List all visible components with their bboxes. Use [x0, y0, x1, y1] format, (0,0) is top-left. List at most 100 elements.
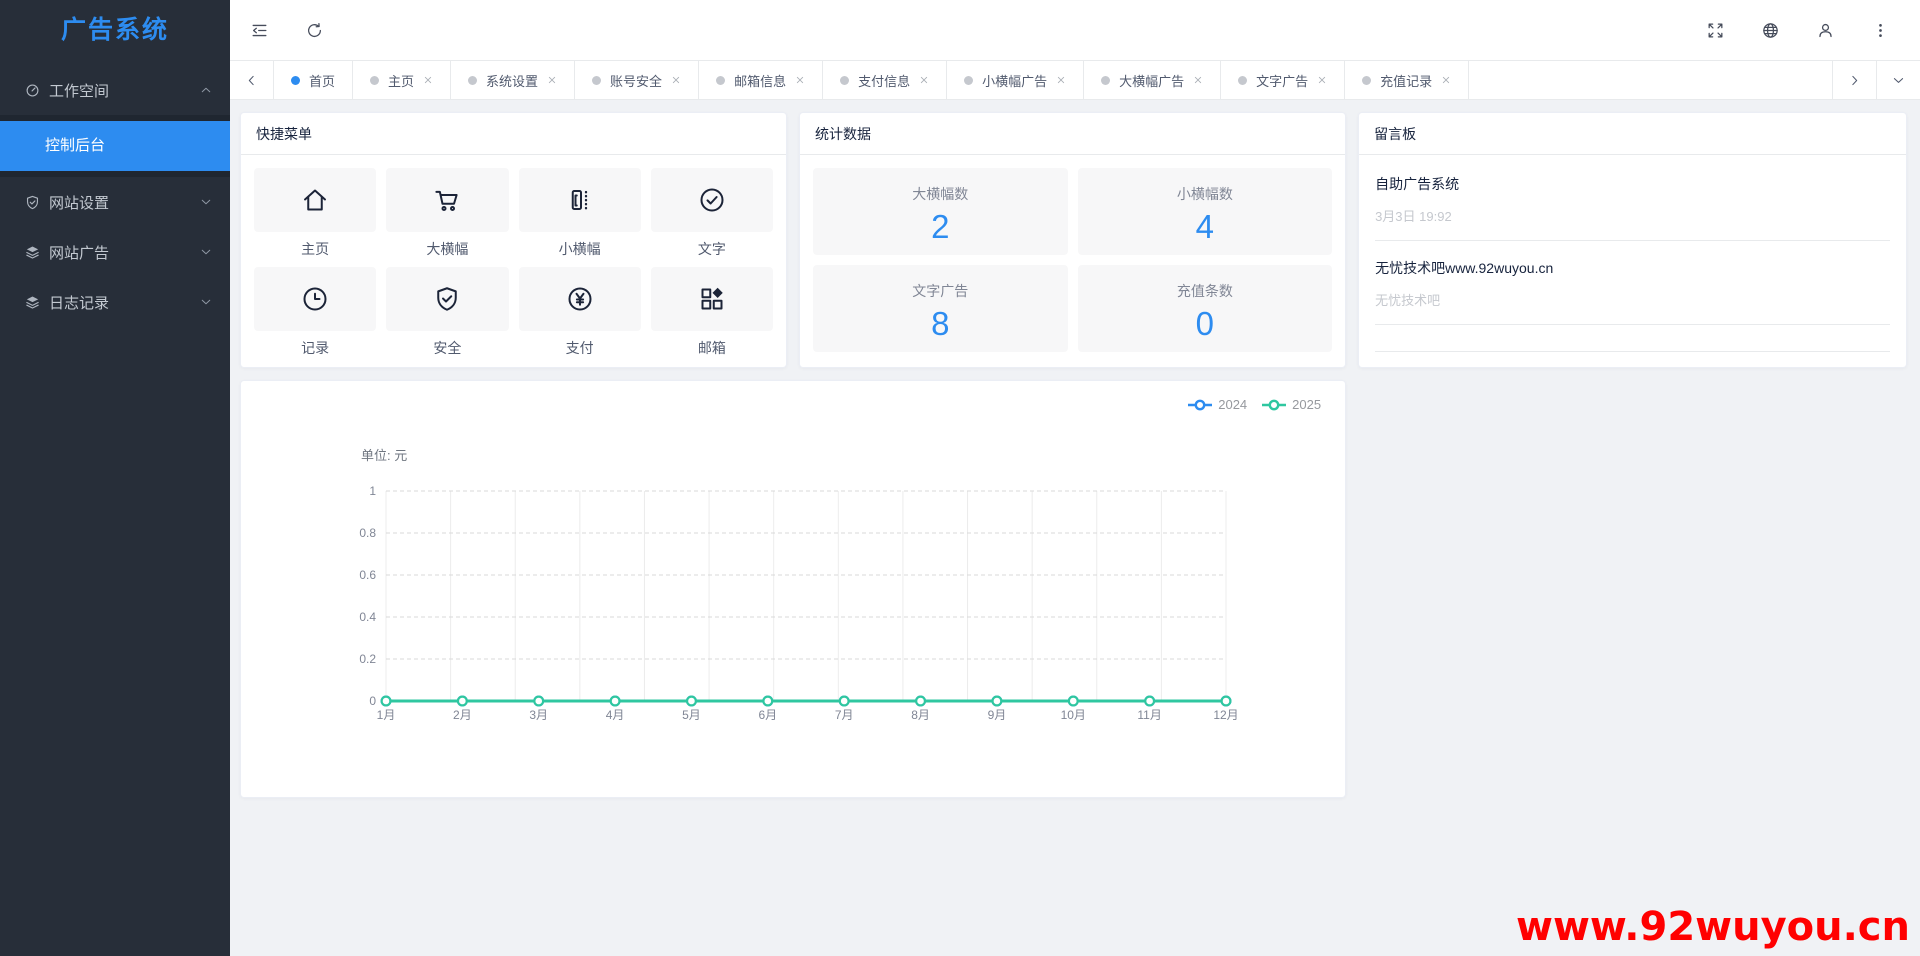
more-vertical-icon[interactable]: [1871, 21, 1890, 40]
tab-status-dot: [1362, 76, 1371, 85]
legend-item-2024[interactable]: 2024: [1187, 397, 1247, 412]
chart-unit-label: 单位: 元: [361, 445, 407, 464]
cart-icon: [432, 185, 462, 215]
legend-label: 2025: [1292, 397, 1321, 412]
dashboard-icon: [24, 82, 41, 99]
sidebar-item-layers[interactable]: 日志记录: [0, 277, 230, 327]
message-list: 自助广告系统 3月3日 19:92 无忧技术吧www.92wuyou.cn无忧技术吧: [1359, 155, 1906, 352]
sidebar-item-label: 工作空间: [49, 80, 200, 101]
close-icon[interactable]: [423, 75, 433, 85]
stats-title: 统计数据: [800, 113, 1345, 155]
close-icon[interactable]: [1317, 75, 1327, 85]
close-icon[interactable]: [547, 75, 557, 85]
sidebar-item-dashboard[interactable]: 工作空间: [0, 65, 230, 115]
chevron-down-icon: [200, 246, 212, 258]
content-left-column: 快捷菜单 主页大横幅小横幅文字记录安全支付邮箱 统计数据 大横幅数2小横幅数4文…: [240, 112, 1346, 956]
quick-menu-item[interactable]: 大横幅: [386, 168, 508, 259]
message-item: 自助广告系统 3月3日 19:92: [1375, 157, 1890, 241]
tab-status-dot: [592, 76, 601, 85]
revenue-chart-panel: 00.20.40.60.811月2月3月4月5月6月7月8月9月10月11月12…: [240, 380, 1346, 798]
legend-item-2025[interactable]: 2025: [1261, 397, 1321, 412]
quick-menu-icon-box: [651, 168, 773, 232]
quick-menu-title: 快捷菜单: [241, 113, 786, 155]
tab-status-dot: [840, 76, 849, 85]
sidebar-item-label: 日志记录: [49, 292, 200, 313]
stat-value: 0: [1078, 305, 1333, 343]
quick-menu-item[interactable]: 记录: [254, 267, 376, 358]
quick-menu-label: 大横幅: [386, 239, 508, 259]
yen-circle-icon: [565, 284, 595, 314]
svg-text:1: 1: [369, 484, 376, 498]
quick-menu-icon-box: [519, 267, 641, 331]
svg-text:2月: 2月: [453, 708, 472, 722]
tab-item[interactable]: 主页: [353, 61, 451, 99]
topbar: [230, 0, 1920, 60]
svg-text:0.8: 0.8: [359, 526, 376, 540]
tab-item[interactable]: 小横幅广告: [947, 61, 1084, 99]
quick-menu-item[interactable]: 安全: [386, 267, 508, 358]
svg-text:11月: 11月: [1137, 708, 1161, 722]
tab-label: 主页: [388, 71, 414, 90]
globe-icon[interactable]: [1761, 21, 1780, 40]
tab-item[interactable]: 支付信息: [823, 61, 947, 99]
message-item: 无忧技术吧www.92wuyou.cn无忧技术吧: [1375, 241, 1890, 325]
svg-text:8月: 8月: [911, 708, 930, 722]
stat-label: 文字广告: [813, 281, 1068, 301]
sidebar-item-shield-check[interactable]: 网站设置: [0, 177, 230, 227]
quick-menu-item[interactable]: 文字: [651, 168, 773, 259]
tab-bar: 首页 主页 系统设置账号安全邮箱信息支付信息小横幅广告大横幅广告文字广告 充值记录: [230, 60, 1920, 100]
message-title: 自助广告系统: [1375, 174, 1890, 194]
sidebar-item-layers[interactable]: 网站广告: [0, 227, 230, 277]
tab-item[interactable]: 文字广告: [1221, 61, 1345, 99]
quick-menu-icon-box: [386, 267, 508, 331]
chart-legend: 2024 2025: [1187, 397, 1321, 412]
message-title: 无忧技术吧www.92wuyou.cn: [1375, 258, 1890, 278]
banner-icon: [565, 185, 595, 215]
refresh-icon[interactable]: [305, 21, 324, 40]
tab-label: 首页: [309, 71, 335, 90]
user-icon[interactable]: [1816, 21, 1835, 40]
tab-item[interactable]: 首页: [274, 61, 353, 99]
quick-menu-item[interactable]: 小横幅: [519, 168, 641, 259]
tab-item[interactable]: 账号安全: [575, 61, 699, 99]
svg-text:0.6: 0.6: [359, 568, 376, 582]
svg-text:6月: 6月: [758, 708, 777, 722]
close-icon[interactable]: [1193, 75, 1203, 85]
quick-menu-label: 小横幅: [519, 239, 641, 259]
close-icon[interactable]: [919, 75, 929, 85]
stat-label: 小横幅数: [1078, 184, 1333, 204]
message-meta: 3月3日 19:92: [1375, 206, 1890, 225]
tabs-menu-button[interactable]: [1876, 61, 1920, 99]
tabs-scroll-left-button[interactable]: [230, 61, 274, 99]
stat-card: 大横幅数2: [813, 168, 1068, 255]
svg-text:0: 0: [369, 694, 376, 708]
tab-item[interactable]: 充值记录: [1345, 61, 1469, 99]
home-icon: [300, 185, 330, 215]
quick-menu-label: 主页: [254, 239, 376, 259]
close-icon[interactable]: [795, 75, 805, 85]
quick-menu-item[interactable]: 主页: [254, 168, 376, 259]
tabs-scroll-right-button[interactable]: [1832, 61, 1876, 99]
quick-menu-icon-box: [254, 168, 376, 232]
layers-icon: [24, 244, 41, 261]
menu-fold-icon[interactable]: [250, 21, 269, 40]
components-icon: [697, 284, 727, 314]
fullscreen-icon[interactable]: [1706, 21, 1725, 40]
close-icon[interactable]: [671, 75, 681, 85]
quick-menu-item[interactable]: 邮箱: [651, 267, 773, 358]
tab-label: 充值记录: [1380, 71, 1432, 90]
svg-text:4月: 4月: [606, 708, 625, 722]
quick-menu-item[interactable]: 支付: [519, 267, 641, 358]
tab-item[interactable]: 邮箱信息: [699, 61, 823, 99]
sidebar-subitem[interactable]: 控制后台: [0, 121, 230, 171]
tab-item[interactable]: 系统设置: [451, 61, 575, 99]
stat-card: 文字广告8: [813, 265, 1068, 352]
tab-item[interactable]: 大横幅广告: [1084, 61, 1221, 99]
close-icon[interactable]: [1441, 75, 1451, 85]
quick-menu-icon-box: [651, 267, 773, 331]
content-right-column: 留言板 自助广告系统3月3日 19:92无忧技术吧www.92wuyou.cn无…: [1358, 112, 1907, 956]
sidebar-item-label: 网站设置: [49, 192, 200, 213]
watermark: www.92wuyou.cn: [1516, 904, 1910, 950]
close-icon[interactable]: [1056, 75, 1066, 85]
tab-list: 首页 主页 系统设置账号安全邮箱信息支付信息小横幅广告大横幅广告文字广告 充值记录: [274, 61, 1469, 99]
